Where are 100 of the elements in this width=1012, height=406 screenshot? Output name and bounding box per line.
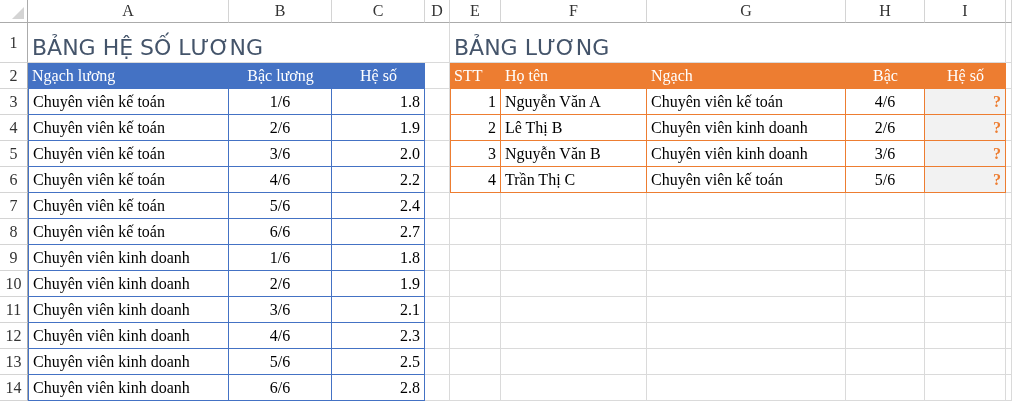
empty-cell[interactable] — [501, 245, 647, 271]
empty-cell[interactable] — [425, 115, 450, 141]
column-heading[interactable]: F — [501, 0, 647, 23]
empty-cell[interactable] — [846, 297, 925, 323]
empty-cell[interactable] — [647, 271, 846, 297]
empty-cell[interactable] — [1006, 349, 1012, 375]
column-header: Bậc lương — [229, 63, 332, 89]
table-cell: 2.1 — [332, 297, 425, 323]
empty-cell[interactable] — [1006, 115, 1012, 141]
empty-cell[interactable] — [925, 349, 1006, 375]
row-heading[interactable]: 14 — [0, 375, 28, 401]
empty-cell[interactable] — [846, 271, 925, 297]
table-cell: Chuyên viên kinh doanh — [28, 271, 229, 297]
empty-cell[interactable] — [647, 323, 846, 349]
column-heading[interactable]: C — [332, 0, 425, 23]
empty-cell[interactable] — [501, 271, 647, 297]
empty-cell[interactable] — [647, 245, 846, 271]
empty-cell[interactable] — [1006, 89, 1012, 115]
empty-cell[interactable] — [425, 349, 450, 375]
empty-cell[interactable] — [925, 323, 1006, 349]
empty-cell[interactable] — [450, 219, 501, 245]
row-heading[interactable]: 5 — [0, 141, 28, 167]
empty-cell[interactable] — [647, 219, 846, 245]
empty-cell[interactable] — [501, 297, 647, 323]
empty-cell[interactable] — [925, 219, 1006, 245]
row-heading[interactable]: 12 — [0, 323, 28, 349]
empty-cell[interactable] — [1006, 297, 1012, 323]
empty-cell[interactable] — [1006, 375, 1012, 401]
row-heading[interactable]: 1 — [0, 23, 28, 63]
empty-cell[interactable] — [501, 193, 647, 219]
empty-cell[interactable] — [846, 349, 925, 375]
empty-cell[interactable] — [925, 245, 1006, 271]
column-heading[interactable]: D — [425, 0, 450, 23]
empty-cell[interactable] — [450, 245, 501, 271]
table-cell: Chuyên viên kế toán — [28, 167, 229, 193]
empty-cell[interactable] — [1006, 271, 1012, 297]
empty-cell[interactable] — [450, 297, 501, 323]
empty-cell[interactable] — [1006, 63, 1012, 89]
table-cell: Chuyên viên kinh doanh — [28, 323, 229, 349]
empty-cell[interactable] — [425, 193, 450, 219]
empty-cell[interactable] — [925, 375, 1006, 401]
empty-cell[interactable] — [425, 245, 450, 271]
table-cell: ? — [925, 141, 1006, 167]
empty-cell[interactable] — [450, 271, 501, 297]
empty-cell[interactable] — [501, 219, 647, 245]
row-heading[interactable]: 7 — [0, 193, 28, 219]
table-cell: Chuyên viên kế toán — [28, 89, 229, 115]
empty-cell[interactable] — [425, 89, 450, 115]
empty-cell[interactable] — [425, 167, 450, 193]
empty-cell[interactable] — [647, 349, 846, 375]
empty-cell[interactable] — [425, 141, 450, 167]
row-heading[interactable]: 10 — [0, 271, 28, 297]
empty-cell[interactable] — [1006, 141, 1012, 167]
select-all-icon[interactable] — [12, 7, 24, 19]
row-heading[interactable]: 11 — [0, 297, 28, 323]
column-heading[interactable]: A — [28, 0, 229, 23]
empty-cell[interactable] — [450, 323, 501, 349]
empty-cell[interactable] — [925, 23, 1006, 63]
empty-cell[interactable] — [846, 375, 925, 401]
row-heading[interactable]: 8 — [0, 219, 28, 245]
empty-cell[interactable] — [925, 271, 1006, 297]
empty-cell[interactable] — [425, 23, 450, 63]
empty-cell[interactable] — [1006, 167, 1012, 193]
empty-cell[interactable] — [425, 219, 450, 245]
empty-cell[interactable] — [846, 193, 925, 219]
column-heading[interactable]: G — [647, 0, 846, 23]
empty-cell[interactable] — [846, 245, 925, 271]
empty-cell[interactable] — [925, 193, 1006, 219]
empty-cell[interactable] — [647, 297, 846, 323]
column-heading[interactable]: B — [229, 0, 332, 23]
empty-cell[interactable] — [1006, 193, 1012, 219]
empty-cell[interactable] — [425, 323, 450, 349]
row-heading[interactable]: 13 — [0, 349, 28, 375]
empty-cell[interactable] — [846, 219, 925, 245]
empty-cell[interactable] — [846, 323, 925, 349]
column-heading[interactable]: I — [925, 0, 1006, 23]
empty-cell[interactable] — [450, 375, 501, 401]
empty-cell[interactable] — [1006, 245, 1012, 271]
empty-cell[interactable] — [1006, 23, 1012, 63]
row-heading[interactable]: 3 — [0, 89, 28, 115]
empty-cell[interactable] — [425, 375, 450, 401]
empty-cell[interactable] — [501, 375, 647, 401]
row-heading[interactable]: 9 — [0, 245, 28, 271]
row-heading[interactable]: 4 — [0, 115, 28, 141]
empty-cell[interactable] — [450, 193, 501, 219]
empty-cell[interactable] — [425, 63, 450, 89]
row-heading[interactable]: 6 — [0, 167, 28, 193]
empty-cell[interactable] — [425, 271, 450, 297]
empty-cell[interactable] — [647, 375, 846, 401]
empty-cell[interactable] — [1006, 219, 1012, 245]
empty-cell[interactable] — [450, 349, 501, 375]
column-heading[interactable]: E — [450, 0, 501, 23]
table-cell: Chuyên viên kế toán — [28, 141, 229, 167]
empty-cell[interactable] — [647, 193, 846, 219]
empty-cell[interactable] — [425, 297, 450, 323]
empty-cell[interactable] — [1006, 323, 1012, 349]
empty-cell[interactable] — [501, 349, 647, 375]
empty-cell[interactable] — [501, 323, 647, 349]
column-heading[interactable]: H — [846, 0, 925, 23]
empty-cell[interactable] — [925, 297, 1006, 323]
